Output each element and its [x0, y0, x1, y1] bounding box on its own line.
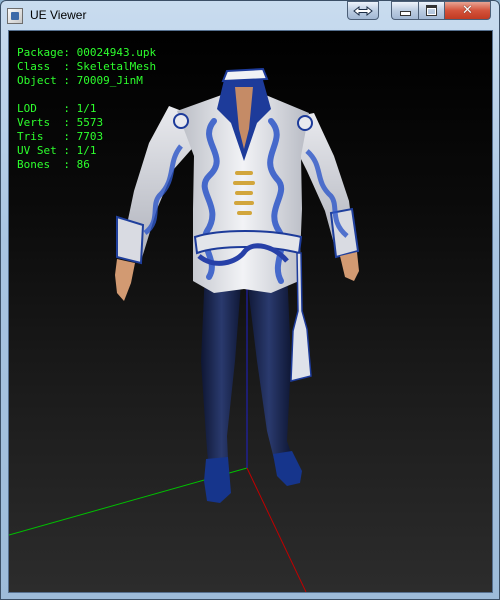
lod-info: LOD : 1/1 [17, 102, 97, 115]
right-leg [246, 269, 292, 459]
minimize-button[interactable] [391, 1, 418, 20]
left-shoulder-ornament [173, 113, 189, 129]
fullscreen-button[interactable] [347, 1, 379, 20]
app-icon[interactable] [7, 8, 23, 24]
title-bar[interactable]: UE Viewer ✕ [1, 1, 499, 31]
app-window: UE Viewer ✕ Package: 00024943.upk Class … [0, 0, 500, 600]
window-title: UE Viewer [30, 8, 87, 22]
tris-info: Tris : 7703 [17, 130, 104, 143]
mesh-info-panel: Package: 00024943.upk Class : SkeletalMe… [17, 46, 156, 172]
close-icon: ✕ [462, 3, 473, 18]
class-info: Class : SkeletalMesh [17, 60, 157, 73]
package-info: Package: 00024943.upk [17, 46, 157, 59]
right-hand [340, 252, 359, 281]
3d-viewport[interactable]: Package: 00024943.upk Class : SkeletalMe… [8, 30, 493, 593]
left-leg [201, 271, 242, 461]
left-boot [204, 457, 231, 503]
double-arrow-icon [353, 5, 373, 16]
maximize-button[interactable] [418, 1, 444, 20]
left-cuff [116, 215, 145, 265]
verts-info: Verts : 5573 [17, 116, 104, 129]
close-button[interactable]: ✕ [444, 1, 491, 20]
object-info: Object : 70009_JinM [17, 74, 143, 87]
maximize-icon [426, 5, 437, 16]
collar-top [221, 67, 269, 83]
left-hand [115, 259, 135, 301]
bones-info: Bones : 86 [17, 158, 90, 171]
right-shoulder-ornament [297, 115, 313, 131]
uvset-info: UV Set : 1/1 [17, 144, 97, 157]
right-boot [273, 451, 302, 486]
minimize-icon [399, 11, 411, 16]
axis-y [246, 467, 307, 592]
